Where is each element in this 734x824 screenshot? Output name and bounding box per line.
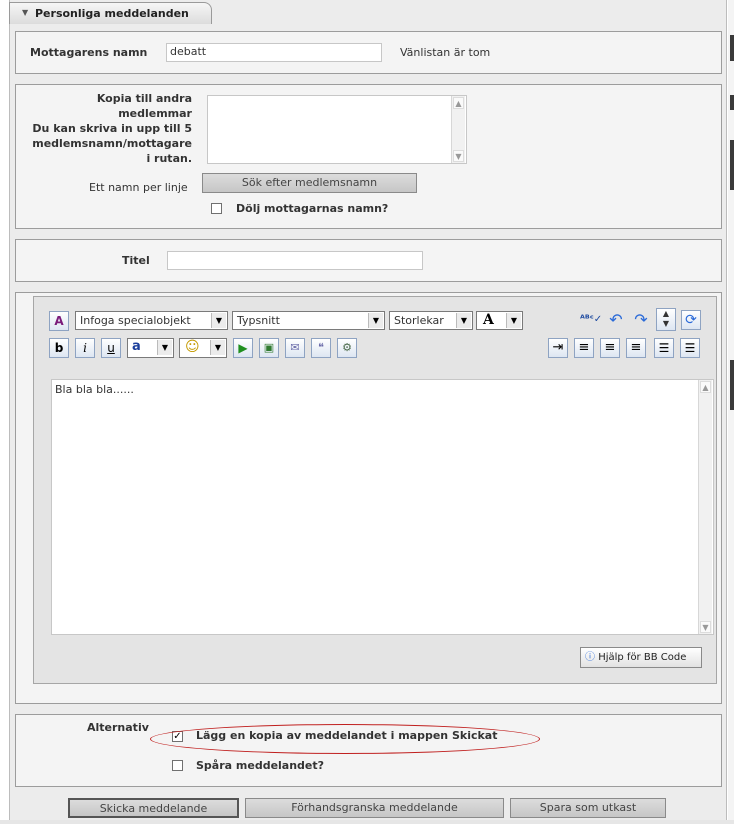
hide-recipients-checkbox[interactable] <box>211 203 222 214</box>
bbcode-help-button[interactable]: ⓘ Hjälp för BB Code <box>580 647 702 668</box>
insert-email-icon[interactable]: ✉ <box>285 338 305 358</box>
resize-editor-icon[interactable]: ▲ ▼ <box>656 308 676 331</box>
align-left-icon[interactable]: ≡ <box>574 338 594 358</box>
page-scrollbar[interactable] <box>728 0 734 824</box>
scroll-up-icon[interactable]: ▲ <box>700 381 711 393</box>
size-select[interactable]: Storlekar ▼ <box>389 311 473 330</box>
font-select[interactable]: Typsnitt ▼ <box>232 311 385 330</box>
undo-icon[interactable]: ↶ <box>605 310 627 330</box>
underline-icon[interactable]: u <box>101 338 121 358</box>
preview-message-button[interactable]: Förhandsgranska meddelande <box>245 798 504 818</box>
cc-label: Kopia till andra medlemmar Du kan skriva… <box>32 92 192 165</box>
highlight-ring <box>150 724 540 754</box>
title-input[interactable] <box>167 251 423 270</box>
align-right-icon[interactable]: ≡ <box>626 338 646 358</box>
chevron-down-icon: ▼ <box>157 340 172 355</box>
insert-quote-icon[interactable]: ❝ <box>311 338 331 358</box>
font-style-select[interactable]: a ▼ <box>127 338 174 358</box>
insert-code-icon[interactable]: ⚙ <box>337 338 357 358</box>
buddy-list-note: Vänlistan är tom <box>400 46 491 59</box>
align-center-icon[interactable]: ≡ <box>600 338 620 358</box>
track-message-checkbox[interactable] <box>172 760 183 771</box>
hide-recipients-label: Dölj mottagarnas namn? <box>236 202 389 215</box>
smilies-select[interactable]: ☺ ▼ <box>179 338 227 358</box>
redo-icon[interactable]: ↷ <box>630 310 652 330</box>
tab-title: Personliga meddelanden <box>35 7 189 20</box>
save-draft-button[interactable]: Spara som utkast <box>510 798 666 818</box>
page-bottom-edge <box>0 820 734 824</box>
recipient-input[interactable]: debatt <box>166 43 382 62</box>
message-textarea[interactable]: Bla bla bla...... ▲ ▼ <box>51 379 714 635</box>
insert-link-icon[interactable]: ▶ <box>233 338 253 358</box>
per-line-label: Ett namn per linje <box>89 181 188 194</box>
insert-image-icon[interactable]: ▣ <box>259 338 279 358</box>
track-message-label: Spåra meddelandet? <box>196 759 325 772</box>
options-label: Alternativ <box>87 721 149 734</box>
message-text: Bla bla bla...... <box>55 383 134 396</box>
scroll-up-icon[interactable]: ▲ <box>453 97 464 109</box>
switch-mode-icon[interactable]: A <box>49 311 69 331</box>
search-members-button[interactable]: Sök efter medlemsnamn <box>202 173 417 193</box>
ordered-list-icon[interactable]: ☰ <box>654 338 674 358</box>
chevron-down-icon: ▼ <box>368 313 383 328</box>
unordered-list-icon[interactable]: ☰ <box>680 338 700 358</box>
scroll-down-icon[interactable]: ▼ <box>453 150 464 162</box>
cc-textarea[interactable]: ▲ ▼ <box>207 95 467 164</box>
recipient-label: Mottagarens namn <box>30 46 148 59</box>
refresh-icon[interactable]: ⟳ <box>681 310 701 330</box>
bold-icon[interactable]: b <box>49 338 69 358</box>
chevron-down-icon: ▼ <box>506 313 521 328</box>
indent-icon[interactable]: ⇥ <box>548 338 568 358</box>
pm-window: ▼ Personliga meddelanden Mottagarens nam… <box>0 0 734 824</box>
scroll-down-icon[interactable]: ▼ <box>700 621 711 633</box>
title-label: Titel <box>122 254 150 267</box>
chevron-down-icon: ▼ <box>211 313 226 328</box>
collapse-arrow-icon[interactable]: ▼ <box>22 8 28 17</box>
chevron-down-icon: ▼ <box>456 313 471 328</box>
tab-personal-messages[interactable]: ▼ Personliga meddelanden <box>9 2 212 24</box>
spellcheck-icon[interactable]: ᴬᴮᶜ✓ <box>580 310 602 330</box>
italic-icon[interactable]: i <box>75 338 95 358</box>
info-icon: ⓘ <box>585 652 595 663</box>
send-message-button[interactable]: Skicka meddelande <box>68 798 239 818</box>
message-scrollbar[interactable]: ▲ ▼ <box>698 380 712 634</box>
cc-scrollbar[interactable]: ▲ ▼ <box>451 96 465 163</box>
text-color-select[interactable]: A ▼ <box>476 311 523 330</box>
insert-special-select[interactable]: Infoga specialobjekt ▼ <box>75 311 228 330</box>
chevron-down-icon: ▼ <box>210 340 225 355</box>
